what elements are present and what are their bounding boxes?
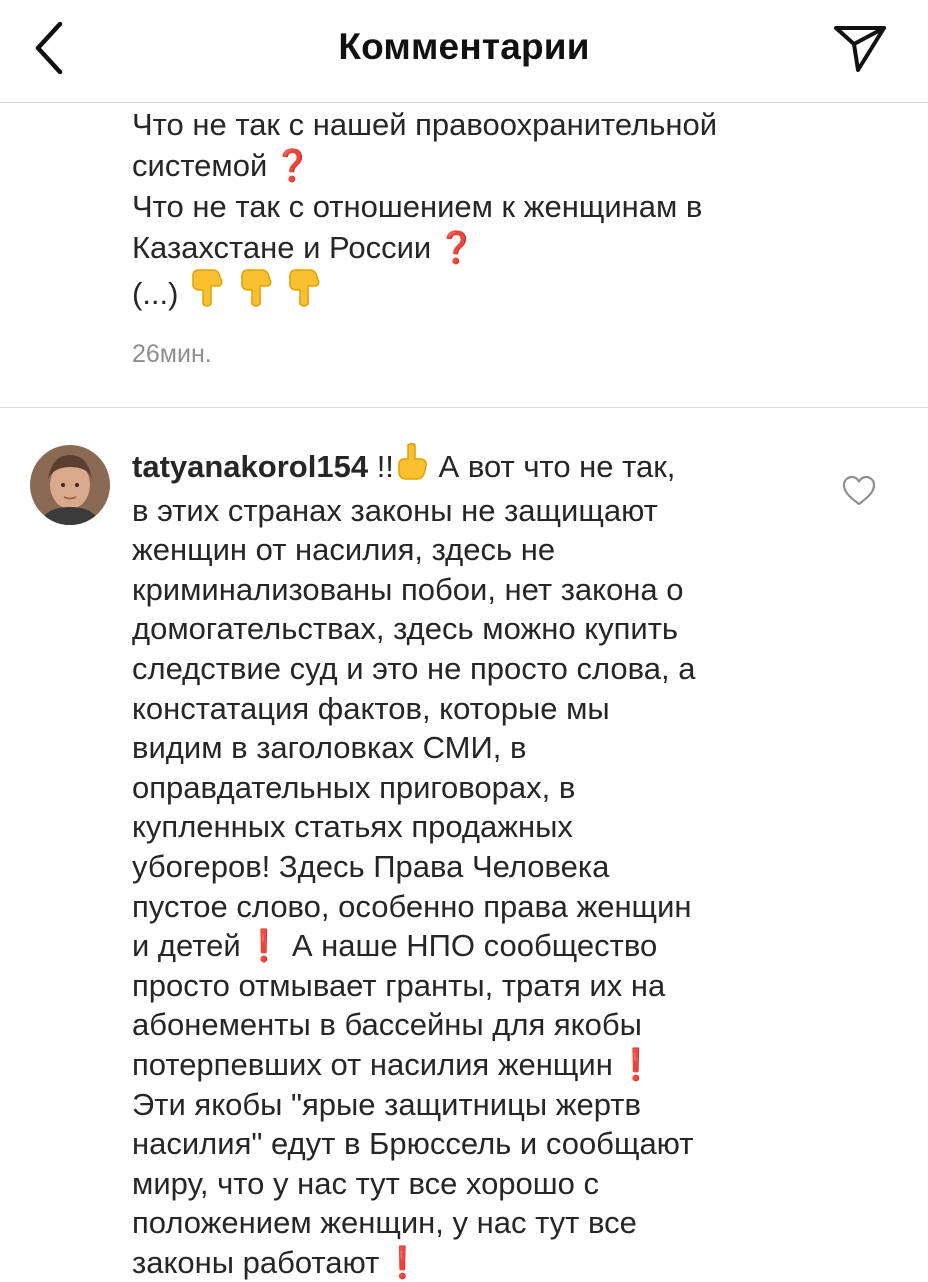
comment-line: законы работают ❗ xyxy=(132,1244,422,1280)
comment-line: Эти якобы "ярые защитницы жертв xyxy=(132,1086,641,1122)
comment-line: констатация фактов, которые мы xyxy=(132,690,610,726)
pointing-down-icon xyxy=(236,268,276,318)
red-exclamation-icon: ❗ xyxy=(616,1046,656,1082)
comment-line: и детей ❗ А наше НПО сообщество xyxy=(132,928,658,964)
comment-line: абонементы в бассейны для якобы xyxy=(132,1007,642,1043)
comment-line: пустое слово, особенно права женщин xyxy=(132,888,692,924)
comment-line: tatyanakorol154 !! А вот что не так, xyxy=(132,442,832,491)
share-button[interactable] xyxy=(830,18,890,78)
red-question-mark-icon: ❓ xyxy=(273,148,312,183)
comment-line: системой ❓ xyxy=(132,148,312,183)
comment-line: купленных статьях продажных xyxy=(132,809,573,845)
comment-line: насилия" едут в Брюссель и сообщают xyxy=(132,1126,694,1162)
comment-timestamp: 26мин. xyxy=(132,340,212,368)
avatar[interactable] xyxy=(30,445,110,525)
comment-line: потерпевших от насилия женщин ❗ xyxy=(132,1046,656,1082)
comment-line: просто отмывает гранты, тратя их на xyxy=(132,967,666,1003)
comment-line: в этих странах законы не защищают xyxy=(132,492,658,528)
page-title: Комментарии xyxy=(338,26,590,67)
comment-line: убогеров! Здесь Права Человека xyxy=(132,848,610,884)
comment-line: положением женщин, у нас тут все xyxy=(132,1205,637,1241)
pointing-down-icon xyxy=(284,268,324,318)
comment-line: оправдательных приговорах, в xyxy=(132,769,576,805)
comment-line: видим в заголовках СМИ, в xyxy=(132,730,527,766)
comment-line: миру, что у нас тут все хорошо с xyxy=(132,1165,600,1201)
pointing-up-icon xyxy=(394,442,430,491)
comment-line: домогательствах, здесь можно купить xyxy=(132,611,679,647)
username-link[interactable]: tatyanakorol154 xyxy=(132,449,368,484)
comment-line: криминализованы побои, нет закона о xyxy=(132,571,684,607)
heart-outline-icon xyxy=(842,475,876,506)
comment-line: (...) xyxy=(132,268,872,318)
divider xyxy=(0,407,928,408)
comment-line: Что не так с отношением к женщинам в xyxy=(132,189,703,224)
comment-line: женщин от насилия, здесь не xyxy=(132,532,556,568)
user-avatar xyxy=(30,445,110,525)
previous-comment: Что не так с нашей правоохранительной си… xyxy=(132,104,872,318)
red-question-mark-icon: ❓ xyxy=(437,230,476,265)
red-exclamation-icon: ❗ xyxy=(383,1244,422,1280)
pointing-down-icon xyxy=(187,268,227,318)
comment: tatyanakorol154 !! А вот что не так, в э… xyxy=(132,442,832,1282)
comment-line: Казахстане и России ❓ xyxy=(132,230,476,265)
header-bar: Комментарии xyxy=(0,0,928,103)
comment-line: Что не так с нашей правоохранительной xyxy=(132,107,718,142)
like-button[interactable] xyxy=(842,475,876,507)
comment-line: следствие суд и это не просто слова, а xyxy=(132,650,696,686)
paper-plane-icon xyxy=(834,26,886,72)
red-exclamation-icon: ❗ xyxy=(244,928,284,964)
